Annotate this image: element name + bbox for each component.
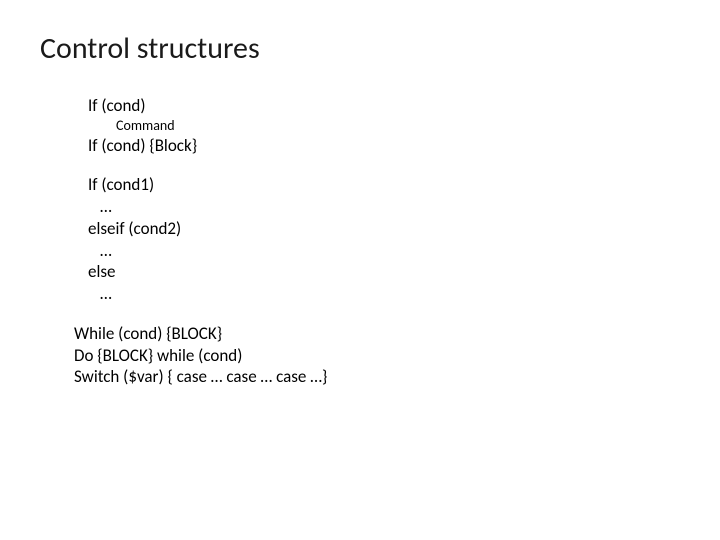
code-line-if-cond-block: If (cond) {Block} bbox=[88, 135, 680, 157]
code-line-if-cond1: If (cond1) bbox=[88, 174, 680, 196]
code-line-do: Do {BLOCK} while (cond) bbox=[74, 345, 680, 367]
code-block-loops: While (cond) {BLOCK} Do {BLOCK} while (c… bbox=[74, 323, 680, 388]
code-line-if-cond: If (cond) bbox=[88, 95, 680, 117]
code-line-elseif: elseif (cond2) bbox=[88, 218, 680, 240]
spacer bbox=[88, 305, 680, 323]
slide-body: If (cond) Command If (cond) {Block} If (… bbox=[40, 95, 680, 388]
code-line-switch: Switch ($var) { case … case … case …} bbox=[74, 366, 680, 388]
code-line-while: While (cond) {BLOCK} bbox=[74, 323, 680, 345]
code-line-dots-2: … bbox=[88, 240, 680, 262]
code-line-dots-1: … bbox=[88, 196, 680, 218]
slide-title: Control structures bbox=[40, 30, 680, 67]
slide: Control structures If (cond) Command If … bbox=[0, 0, 720, 418]
code-line-command: Command bbox=[88, 117, 680, 135]
code-line-dots-3: … bbox=[88, 283, 680, 305]
code-line-else: else bbox=[88, 261, 680, 283]
spacer bbox=[88, 156, 680, 174]
